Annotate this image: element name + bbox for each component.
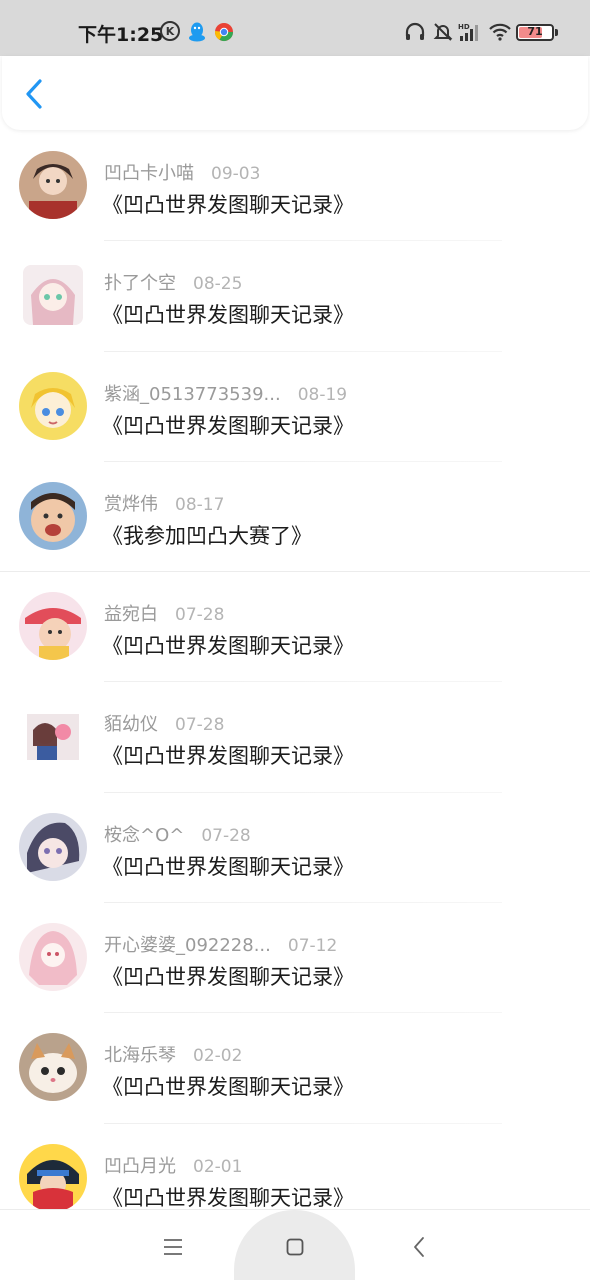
qq-icon — [188, 21, 206, 43]
record-title[interactable]: 《凹凸世界发图聊天记录》 — [102, 851, 354, 881]
avatar[interactable] — [19, 1143, 87, 1212]
battery-icon: 71 — [516, 24, 554, 41]
avatar[interactable] — [19, 923, 87, 992]
system-back-button[interactable] — [404, 1232, 434, 1262]
avatar[interactable] — [19, 371, 87, 440]
screen: 下午1:25 K HD 71 凹凸卡小喵 09-03 《凹凸世界发图聊天记录》 … — [0, 0, 590, 1280]
record-title[interactable]: 《凹凸世界发图聊天记录》 — [102, 961, 354, 991]
author-name[interactable]: 扑了个空 — [104, 269, 176, 295]
home-button[interactable] — [280, 1232, 310, 1262]
item-meta: 开心婆婆_092228... 07-12 — [104, 931, 337, 957]
author-name[interactable]: 益宛白 — [104, 600, 158, 626]
list-item[interactable]: 赏烨伟 08-17 《我参加凹凸大赛了》 — [0, 462, 590, 573]
author-name[interactable]: 貊幼仪 — [104, 710, 158, 736]
avatar[interactable] — [19, 151, 87, 219]
item-meta: 紫涵_0513773539... 08-19 — [104, 380, 347, 406]
author-name[interactable]: 赏烨伟 — [104, 490, 158, 516]
list-item[interactable]: 开心婆婆_092228... 07-12 《凹凸世界发图聊天记录》 — [0, 903, 590, 1014]
avatar[interactable] — [19, 1033, 87, 1102]
record-title[interactable]: 《我参加凹凸大赛了》 — [102, 520, 312, 550]
post-date: 07-28 — [175, 715, 225, 736]
post-date: 07-28 — [201, 825, 251, 846]
battery-tip — [555, 29, 558, 36]
status-time: 下午1:25 — [78, 24, 164, 46]
status-bar: 下午1:25 K HD 71 — [0, 0, 590, 56]
list-item[interactable]: 桉念^O^ 07-28 《凹凸世界发图聊天记录》 — [0, 793, 590, 904]
record-title[interactable]: 《凹凸世界发图聊天记录》 — [102, 630, 354, 660]
record-title[interactable]: 《凹凸世界发图聊天记录》 — [102, 1071, 354, 1101]
hd-signal-icon: HD — [458, 21, 482, 43]
author-name[interactable]: 凹凸卡小喵 — [104, 159, 194, 185]
avatar[interactable] — [19, 592, 87, 661]
back-button[interactable] — [16, 76, 52, 112]
author-name[interactable]: 开心婆婆_092228... — [104, 931, 271, 957]
battery-percent: 71 — [527, 25, 543, 38]
item-meta: 桉念^O^ 07-28 — [104, 821, 251, 847]
list-item[interactable]: 紫涵_0513773539... 08-19 《凹凸世界发图聊天记录》 — [0, 352, 590, 462]
author-name[interactable]: 紫涵_0513773539... — [104, 380, 281, 406]
item-meta: 貊幼仪 07-28 — [104, 710, 224, 736]
avatar[interactable] — [19, 481, 87, 550]
post-date: 09-03 — [211, 164, 261, 184]
list-item[interactable]: 益宛白 07-28 《凹凸世界发图聊天记录》 — [0, 572, 590, 683]
home-square-icon — [286, 1238, 304, 1256]
item-meta: 北海乐琴 02-02 — [104, 1041, 242, 1067]
avatar[interactable] — [19, 812, 87, 881]
post-date: 02-02 — [193, 1046, 243, 1067]
record-title[interactable]: 《凹凸世界发图聊天记录》 — [102, 410, 354, 440]
svg-text:HD: HD — [458, 23, 470, 31]
item-meta: 赏烨伟 08-17 — [104, 490, 224, 516]
header-bar — [2, 56, 588, 130]
post-date: 08-25 — [193, 274, 243, 295]
chrome-icon — [214, 21, 234, 43]
headset-icon — [404, 21, 426, 43]
record-title[interactable]: 《凹凸世界发图聊天记录》 — [102, 1182, 354, 1212]
k-circle-icon: K — [160, 21, 180, 41]
post-date: 08-19 — [297, 384, 348, 405]
chevron-left-icon — [26, 79, 42, 109]
author-name[interactable]: 北海乐琴 — [104, 1041, 176, 1067]
list-item[interactable]: 凹凸卡小喵 09-03 《凹凸世界发图聊天记录》 — [0, 131, 590, 242]
bell-muted-icon — [432, 21, 454, 43]
back-chevron-icon — [414, 1237, 424, 1257]
record-title[interactable]: 《凹凸世界发图聊天记录》 — [102, 299, 354, 329]
record-list: 凹凸卡小喵 09-03 《凹凸世界发图聊天记录》 扑了个空 08-25 《凹凸世… — [0, 131, 590, 1234]
post-date: 07-12 — [287, 936, 338, 957]
item-meta: 凹凸月光 02-01 — [104, 1152, 242, 1178]
menu-icon — [164, 1239, 182, 1255]
item-meta: 益宛白 07-28 — [104, 600, 224, 626]
item-meta: 凹凸卡小喵 09-03 — [104, 159, 260, 185]
list-item[interactable]: 貊幼仪 07-28 《凹凸世界发图聊天记录》 — [0, 682, 590, 793]
wifi-icon — [488, 21, 512, 43]
record-title[interactable]: 《凹凸世界发图聊天记录》 — [102, 189, 354, 219]
avatar[interactable] — [23, 265, 83, 326]
list-item[interactable]: 扑了个空 08-25 《凹凸世界发图聊天记录》 — [0, 241, 590, 352]
avatar[interactable] — [23, 706, 83, 767]
author-name[interactable]: 桉念^O^ — [104, 821, 184, 847]
post-date: 08-17 — [175, 494, 225, 515]
system-nav-bar — [0, 1209, 590, 1280]
post-date: 02-01 — [193, 1156, 243, 1177]
record-title[interactable]: 《凹凸世界发图聊天记录》 — [102, 740, 354, 770]
post-date: 07-28 — [175, 605, 225, 626]
item-meta: 扑了个空 08-25 — [104, 269, 242, 295]
list-item[interactable]: 北海乐琴 02-02 《凹凸世界发图聊天记录》 — [0, 1013, 590, 1124]
author-name[interactable]: 凹凸月光 — [104, 1152, 176, 1178]
menu-button[interactable] — [158, 1232, 188, 1262]
